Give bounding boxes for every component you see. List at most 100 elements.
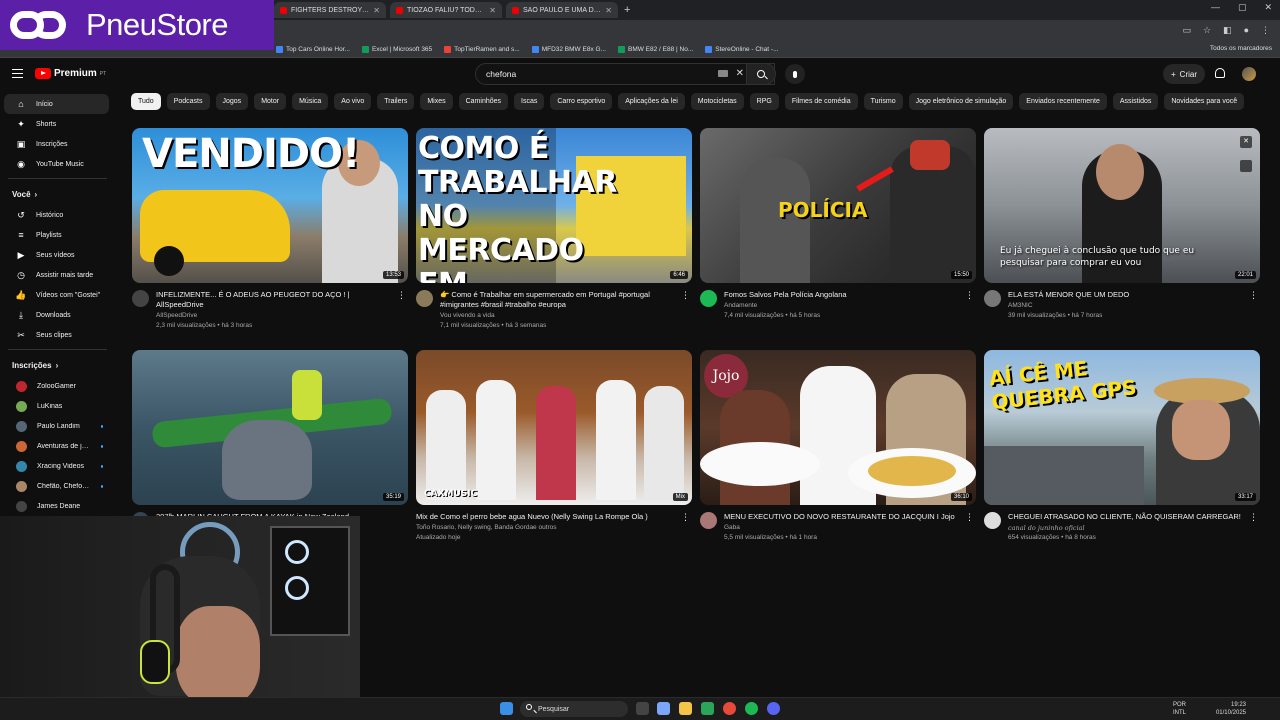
sidebar-item-liked-videos[interactable]: 👍 Vídeos com "Gostei" — [4, 285, 109, 305]
subscriptions-section-header[interactable]: Inscrições › — [0, 354, 115, 376]
video-thumbnail[interactable]: COMO É TRABALHAR NO MERCADO EM PORTUGAL?… — [416, 128, 692, 283]
video-card[interactable]: AÍ CÊ ME QUEBRA GPS 33:17 CHEGUEI ATRASA… — [984, 350, 1260, 560]
sidebar-subscription[interactable]: Xracing Videos — [4, 456, 109, 476]
spotify-icon[interactable] — [745, 702, 758, 715]
filter-chip[interactable]: Enviados recentemente — [1019, 93, 1107, 110]
channel-avatar[interactable] — [132, 290, 149, 307]
filter-chip[interactable]: RPG — [749, 93, 779, 110]
filter-chip[interactable]: Iscas — [514, 93, 545, 110]
more-actions-icon[interactable]: ⋮ — [397, 290, 406, 301]
channel-avatar[interactable] — [416, 290, 433, 307]
sidebar-item-history[interactable]: ↺ Histórico — [4, 205, 109, 225]
new-tab-icon[interactable]: + — [624, 4, 630, 16]
video-card[interactable]: COMO É TRABALHAR NO MERCADO EM PORTUGAL?… — [416, 128, 692, 338]
file-explorer-icon[interactable] — [679, 702, 692, 715]
create-button[interactable]: + Criar — [1163, 64, 1206, 84]
search-button[interactable] — [746, 63, 776, 85]
sidebar-item-playlists[interactable]: ≡ Playlists — [4, 225, 109, 245]
sidebar-item-shorts[interactable]: ✦ Shorts — [4, 114, 109, 134]
video-title[interactable]: 👉 Como é Trabalhar em supermercado em Po… — [440, 290, 680, 310]
clear-search-icon[interactable]: ✕ — [736, 68, 744, 79]
video-thumbnail[interactable]: ✕ Eu já cheguei à conclusão que tudo que… — [984, 128, 1260, 283]
channel-avatar[interactable] — [700, 290, 717, 307]
video-thumbnail[interactable]: CAXMUSIC Mix — [416, 350, 692, 505]
filter-chip[interactable]: Caminhões — [458, 93, 509, 110]
filter-chip[interactable]: Tudo — [131, 93, 161, 110]
sidebar-subscription[interactable]: Paulo Landim — [4, 416, 109, 436]
sidebar-item-downloads[interactable]: ⤓ Downloads — [4, 305, 109, 325]
sidebar-item-clips[interactable]: ✂ Seus clipes — [4, 325, 109, 345]
bookmark[interactable]: MFD32 BMW E8x G... — [531, 46, 606, 53]
minimize-icon[interactable]: — — [1211, 2, 1220, 13]
video-card[interactable]: POLÍCIA 15:50 Fomos Salvos Pela Polícia … — [700, 128, 976, 338]
channel-name[interactable]: Toño Rosario, Nelly swing, Banda Gordae … — [416, 524, 557, 531]
channel-name[interactable]: Vou vivendo a vida — [440, 312, 495, 319]
channel-avatar[interactable] — [700, 512, 717, 529]
video-card[interactable]: VENDIDO! 13:53 INFELIZMENTE... É O ADEUS… — [132, 128, 408, 338]
bookmark[interactable]: Excel | Microsoft 365 — [361, 46, 432, 53]
filter-chip[interactable]: Podcasts — [166, 93, 210, 110]
more-actions-icon[interactable]: ⋮ — [965, 290, 974, 301]
copilot-icon[interactable] — [657, 702, 670, 715]
filter-chip[interactable]: Carro esportivo — [550, 93, 613, 110]
video-thumbnail[interactable]: POLÍCIA 15:50 — [700, 128, 976, 283]
channel-name[interactable]: AllSpeedDrive — [156, 312, 197, 319]
sidebar-item-your-videos[interactable]: ▶ Seus vídeos — [4, 245, 109, 265]
video-title[interactable]: MENU EXECUTIVO DO NOVO RESTAURANTE DO JA… — [724, 512, 964, 522]
video-title[interactable]: Mix de Como el perro bebe agua Nuevo (Ne… — [416, 512, 656, 522]
channel-name[interactable]: Andamente — [724, 302, 757, 309]
star-icon[interactable]: ☆ — [1203, 25, 1211, 36]
browser-tab[interactable]: FIGHTERS DESTROY OPPONENT✕ — [274, 2, 386, 18]
channel-avatar[interactable] — [984, 290, 1001, 307]
menu-icon[interactable]: ⋮ — [1261, 25, 1270, 36]
filter-chip[interactable]: Assistidos — [1112, 93, 1159, 110]
more-actions-icon[interactable]: ⋮ — [1249, 512, 1258, 523]
close-tab-icon[interactable]: ✕ — [489, 6, 496, 15]
sidebar-subscription[interactable]: ZolooGamer — [4, 376, 109, 396]
video-title[interactable]: CHEGUEI ATRASADO NO CLIENTE, NÃO QUISERA… — [1008, 512, 1248, 522]
video-card[interactable]: ✕ Eu já cheguei à conclusão que tudo que… — [984, 128, 1260, 338]
browser-tab[interactable]: SÃO PAULO É UMA DISTOPIA✕ — [506, 2, 618, 18]
video-title[interactable]: Fomos Salvos Pela Polícia Angolana — [724, 290, 964, 300]
channel-name[interactable]: AM3NIC — [1008, 302, 1033, 309]
more-actions-icon[interactable]: ⋮ — [1249, 290, 1258, 301]
language-indicator[interactable]: POR INTL — [1173, 701, 1186, 717]
video-title[interactable]: INFELIZMENTE... É O ADEUS AO PEUGEOT DO … — [156, 290, 396, 310]
all-bookmarks[interactable]: Todos os marcadores — [1210, 45, 1272, 52]
filter-chip[interactable]: Filmes de comédia — [784, 93, 858, 110]
sidebar-item-watch-later[interactable]: ◷ Assistir mais tarde — [4, 265, 109, 285]
account-avatar[interactable] — [1242, 67, 1256, 81]
bookmark[interactable]: BMW E82 / E88 | No... — [617, 46, 693, 53]
taskbar-search[interactable]: Pesquisar — [520, 701, 628, 717]
youtube-logo[interactable]: Premium PT — [35, 68, 106, 79]
video-thumbnail[interactable]: AÍ CÊ ME QUEBRA GPS 33:17 — [984, 350, 1260, 505]
browser-tab[interactable]: TIOZÃO FALIU? TODA A COLEÇ✕ — [390, 2, 502, 18]
channel-name[interactable]: Gaba — [724, 524, 740, 531]
chrome-icon[interactable] — [723, 702, 736, 715]
more-actions-icon[interactable]: ⋮ — [681, 290, 690, 301]
video-card[interactable]: Jojo 36:10 MENU EXECUTIVO DO NOVO RESTAU… — [700, 350, 976, 560]
bookmark[interactable]: Top Cars Online Hor... — [276, 46, 350, 53]
sidebar-item-music[interactable]: ◉ YouTube Music — [4, 154, 109, 174]
search-input[interactable]: chefona ✕ — [475, 63, 775, 85]
video-thumbnail[interactable]: 35:19 — [132, 350, 408, 505]
bookmark[interactable]: StereOnline - Chat -... — [705, 46, 779, 53]
filter-chip[interactable]: Mixes — [420, 93, 453, 110]
bookmark[interactable]: TopTierRamen and s... — [444, 46, 520, 53]
video-thumbnail[interactable]: Jojo 36:10 — [700, 350, 976, 505]
mute-icon[interactable]: ✕ — [1240, 136, 1252, 148]
cast-icon[interactable]: ▭ — [1182, 25, 1191, 36]
more-actions-icon[interactable]: ⋮ — [965, 512, 974, 523]
filter-chip[interactable]: Motocicletas — [690, 93, 744, 110]
close-tab-icon[interactable]: ✕ — [373, 6, 380, 15]
maximize-icon[interactable]: ▢ — [1238, 2, 1247, 13]
filter-chip[interactable]: Jogos — [215, 93, 249, 110]
voice-search-button[interactable] — [785, 64, 805, 84]
start-icon[interactable] — [500, 702, 513, 715]
discord-icon[interactable] — [767, 702, 780, 715]
sidebar-item-subscriptions[interactable]: ▣ Inscrições — [4, 134, 109, 154]
extensions-icon[interactable]: ◧ — [1223, 25, 1232, 36]
clock[interactable]: 19:23 01/10/2025 — [1216, 701, 1246, 717]
filter-chip[interactable]: Jogo eletrônico de simulação — [908, 93, 1014, 110]
filter-chip[interactable]: Música — [292, 93, 329, 110]
